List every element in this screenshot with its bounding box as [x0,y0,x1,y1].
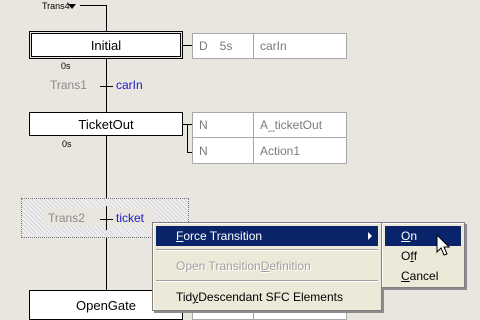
submenu-item-cancel[interactable]: Cancel [385,266,461,286]
submenu-arrow-icon [368,232,372,240]
step-initial[interactable]: Initial [29,31,183,59]
transition-condition[interactable]: carIn [116,78,143,92]
transition-label[interactable]: Trans1 [50,78,87,92]
menu-separator [156,249,378,251]
action-qualifier[interactable]: D 5s [192,33,254,59]
link-arrow-icon [68,4,76,9]
transition-condition[interactable]: ticket [116,211,144,225]
step-name: Initial [90,37,122,53]
menu-item-force-transition[interactable]: Force Transition [156,226,378,246]
menu-separator [156,280,378,282]
action-qualifier[interactable]: N [192,137,254,164]
action-name[interactable]: Action1 [253,137,347,164]
menu-item-open-transition-definition[interactable]: Open Transition Definition [156,256,378,276]
transition-label[interactable]: Trans2 [48,211,85,225]
context-menu: Force Transition Open Transition Definit… [152,222,382,311]
step-ticketout[interactable]: TicketOut [29,112,183,136]
action-qualifier[interactable]: N [192,112,254,138]
step-time: 0s [61,61,71,71]
action-name[interactable]: carIn [253,33,347,59]
step-time: 0s [62,139,72,149]
trans4-label: Trans4 [42,1,70,11]
force-transition-submenu: On Off Cancel [381,222,465,288]
menu-item-tidy-descendant[interactable]: Tid y Descendant SFC Elements [156,287,378,307]
mouse-cursor-icon [436,234,451,256]
action-name[interactable]: A_ticketOut [253,112,347,138]
